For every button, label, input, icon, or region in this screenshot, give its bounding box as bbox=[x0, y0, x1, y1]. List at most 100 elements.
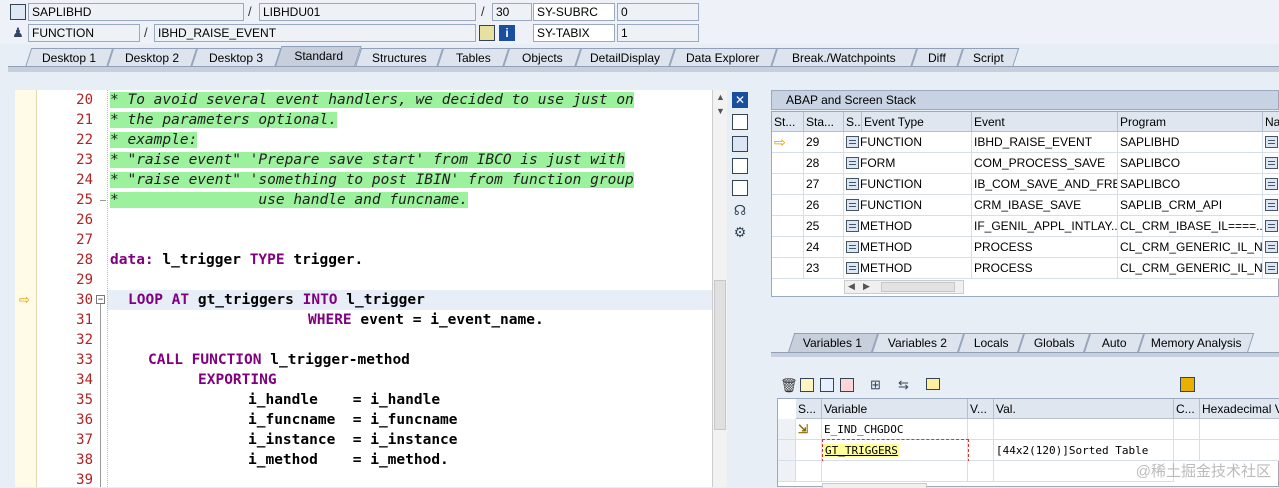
column-header[interactable]: Hexadecimal V bbox=[1200, 399, 1279, 419]
row-marker bbox=[772, 258, 804, 279]
column-header[interactable]: S... bbox=[844, 112, 862, 132]
line-number: 37 bbox=[43, 430, 93, 450]
editor-scrollbar[interactable]: ▲ ▼ bbox=[712, 90, 727, 487]
settings-icon[interactable]: ⚙ bbox=[732, 224, 748, 240]
scroll-down-icon[interactable]: ▼ bbox=[716, 106, 725, 116]
tab-locals[interactable]: Locals bbox=[958, 333, 1024, 353]
editor-toolbar: ✕ ☊ ⚙ bbox=[730, 90, 752, 240]
tab-detaildisplay[interactable]: DetailDisplay bbox=[575, 48, 675, 68]
current-frame-arrow-icon: ⇨ bbox=[772, 132, 804, 153]
tab-tables[interactable]: Tables bbox=[437, 48, 509, 68]
navigate-icon[interactable] bbox=[1263, 216, 1279, 237]
tab-globals[interactable]: Globals bbox=[1018, 333, 1090, 353]
column-header[interactable]: Na bbox=[1263, 112, 1279, 132]
variable-value-cell[interactable]: [44x2(120)]Sorted Table bbox=[994, 440, 1174, 461]
tab-desktop-1[interactable]: Desktop 1 bbox=[25, 48, 113, 68]
stack-level: 23 bbox=[804, 258, 844, 279]
column-header[interactable]: C... bbox=[1174, 399, 1200, 419]
tab-variables-1[interactable]: Variables 1 bbox=[788, 333, 878, 353]
list-icon bbox=[846, 178, 859, 190]
save-icon[interactable] bbox=[1180, 377, 1195, 392]
tab-variables-2[interactable]: Variables 2 bbox=[872, 333, 964, 353]
code-line: i_funcname = i_funcname bbox=[248, 410, 458, 430]
column-header[interactable]: Event Type bbox=[862, 112, 972, 132]
folder-icon[interactable] bbox=[926, 378, 940, 390]
navigate-icon[interactable] bbox=[1263, 195, 1279, 216]
navigate-icon[interactable] bbox=[1263, 258, 1279, 279]
tab-breakpoints[interactable]: Break./Watchpoints bbox=[771, 48, 917, 68]
info-icon[interactable]: i bbox=[499, 25, 515, 41]
stack-table[interactable]: St... Sta... S... Event Type Event Progr… bbox=[771, 111, 1279, 297]
scroll-thumb[interactable] bbox=[714, 280, 726, 430]
tab-script[interactable]: Script bbox=[957, 48, 1019, 68]
sysvar2-name-field[interactable]: SY-TABIX bbox=[533, 24, 615, 42]
column-header[interactable]: S... bbox=[796, 399, 822, 419]
row-selector[interactable] bbox=[778, 440, 796, 461]
tab-structures[interactable]: Structures bbox=[355, 48, 443, 68]
tab-desktop-2[interactable]: Desktop 2 bbox=[107, 48, 197, 68]
swap-tool-icon[interactable] bbox=[732, 136, 748, 152]
breakpoint-gutter[interactable]: ⇨ bbox=[15, 90, 37, 487]
close-icon[interactable]: ✕ bbox=[732, 92, 748, 108]
source-code-editor[interactable]: ⇨ 20 21 22 23 24 25 26 27 28 29 30 31 32… bbox=[15, 90, 727, 487]
variable-status-icon: ⇲ bbox=[796, 419, 822, 440]
tab-standard[interactable]: Standard bbox=[274, 46, 361, 68]
navigate-icon[interactable] bbox=[1263, 174, 1279, 195]
scroll-left-icon[interactable]: ◀ bbox=[848, 281, 855, 292]
tab-diff[interactable]: Diff bbox=[911, 48, 963, 68]
stack-title: ABAP and Screen Stack bbox=[771, 90, 1279, 110]
new-tool-icon[interactable] bbox=[732, 114, 748, 130]
save-variables-icon[interactable] bbox=[820, 378, 834, 392]
variable-value-cell bbox=[994, 419, 1174, 440]
line-number: 29 bbox=[43, 270, 93, 290]
tab-memory-analysis[interactable]: Memory Analysis bbox=[1138, 333, 1254, 353]
clear-icon[interactable] bbox=[840, 378, 854, 392]
hierarchy-icon[interactable]: ⊞ bbox=[870, 377, 881, 393]
variable-name-cell[interactable]: E_IND_CHGDOC bbox=[822, 419, 968, 440]
line-number: 26 bbox=[43, 210, 93, 230]
type-field: FUNCTION bbox=[28, 24, 140, 42]
variables-toolbar: 🗑 ⊞ ⇆ bbox=[778, 376, 1279, 396]
column-header[interactable]: V... bbox=[968, 399, 994, 419]
row-marker bbox=[772, 153, 804, 174]
variable-name-cell[interactable] bbox=[822, 461, 968, 482]
delete-icon[interactable]: 🗑 bbox=[780, 377, 798, 394]
code-text[interactable]: * To avoid several event handlers, we de… bbox=[107, 90, 712, 487]
navigate-icon[interactable] bbox=[1263, 237, 1279, 258]
current-line-arrow-icon: ⇨ bbox=[19, 293, 30, 307]
event-cell: PROCESS bbox=[972, 258, 1118, 279]
line-number: 36 bbox=[43, 410, 93, 430]
scroll-thumb[interactable] bbox=[881, 282, 955, 292]
navigate-icon[interactable] bbox=[1263, 132, 1279, 153]
column-header[interactable]: Event bbox=[972, 112, 1118, 132]
debugger-header: SAPLIBHD / LIBHDU01 / 30 SY-SUBRC 0 ♟ FU… bbox=[0, 0, 1279, 44]
column-header[interactable]: Sta... bbox=[804, 112, 844, 132]
code-comment: * the parameters optional. bbox=[110, 112, 337, 128]
resize-icon[interactable] bbox=[732, 180, 748, 196]
row-selector[interactable] bbox=[778, 461, 796, 482]
maximize-icon[interactable] bbox=[732, 158, 748, 174]
line-number: 21 bbox=[43, 110, 93, 130]
tab-desktop-3[interactable]: Desktop 3 bbox=[191, 48, 281, 68]
column-header[interactable]: Program bbox=[1118, 112, 1263, 132]
stack-level: 24 bbox=[804, 237, 844, 258]
tab-data-explorer[interactable]: Data Explorer bbox=[669, 48, 777, 68]
variables-hscrollbar[interactable] bbox=[822, 483, 927, 488]
column-header[interactable]: Val. bbox=[994, 399, 1174, 419]
column-header[interactable]: Variable bbox=[822, 399, 968, 419]
tab-auto[interactable]: Auto bbox=[1084, 333, 1144, 353]
services-icon[interactable]: ☊ bbox=[732, 202, 748, 218]
navigate-icon[interactable] bbox=[1263, 153, 1279, 174]
scroll-right-icon[interactable]: ▶ bbox=[863, 281, 870, 292]
display-source-icon[interactable] bbox=[479, 25, 495, 41]
list-icon bbox=[846, 157, 859, 169]
collapse-toggle-icon[interactable]: − bbox=[96, 295, 105, 304]
sysvar-name-field[interactable]: SY-SUBRC bbox=[533, 3, 615, 21]
tab-objects[interactable]: Objects bbox=[503, 48, 581, 68]
row-selector[interactable] bbox=[778, 419, 796, 440]
stack-hscrollbar[interactable]: ◀ ▶ bbox=[844, 280, 964, 294]
load-icon[interactable] bbox=[800, 378, 814, 392]
transfer-icon[interactable]: ⇆ bbox=[898, 377, 909, 393]
column-header[interactable]: St... bbox=[772, 112, 804, 132]
scroll-up-icon[interactable]: ▲ bbox=[716, 92, 725, 102]
